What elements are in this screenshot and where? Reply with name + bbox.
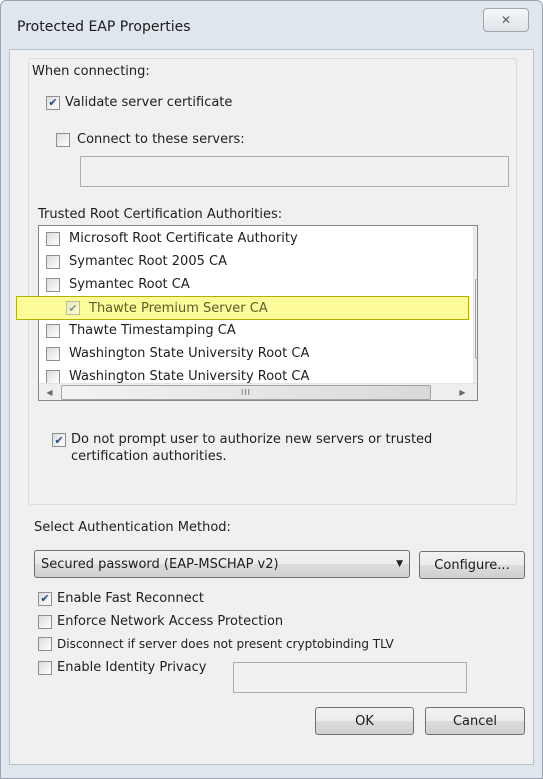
chevron-down-icon: ▼ (396, 559, 403, 569)
no-prompt-option[interactable]: Do not prompt user to authorize new serv… (52, 431, 432, 465)
horizontal-scroll-thumb[interactable]: III (61, 385, 431, 400)
ca-label: Thawte Timestamping CA (69, 323, 236, 338)
enforce-nap-checkbox[interactable] (38, 614, 52, 629)
list-item[interactable]: Washington State University Root CA (39, 342, 476, 365)
auth-method-heading: Select Authentication Method: (34, 520, 231, 535)
connect-servers-label: Connect to these servers: (77, 132, 245, 147)
scroll-up-icon[interactable]: ▲ (475, 227, 477, 244)
ca-list-horizontal-scrollbar[interactable]: ◀ III ▶ (39, 383, 477, 400)
no-prompt-label-line1: Do not prompt user to authorize new serv… (71, 432, 433, 447)
ca-label-selected: Thawte Premium Server CA (89, 300, 268, 316)
validate-cert-option[interactable]: Validate server certificate (46, 95, 232, 110)
ca-checkbox[interactable] (46, 369, 60, 384)
ca-checkbox[interactable] (46, 277, 60, 292)
scroll-down-icon[interactable]: ▼ (475, 364, 477, 381)
list-item[interactable]: Symantec Root 2005 CA (39, 250, 476, 273)
connect-servers-option[interactable]: Connect to these servers: (56, 132, 245, 147)
auth-method-select[interactable]: Secured password (EAP-MSCHAP v2) ▼ (34, 550, 410, 578)
cryptobinding-option[interactable]: Disconnect if server does not present cr… (38, 637, 394, 651)
identity-privacy-option[interactable]: Enable Identity Privacy (38, 660, 206, 675)
list-item[interactable]: Microsoft Root Certificate Authority (39, 227, 476, 250)
list-item[interactable]: Thawte Timestamping CA (39, 319, 476, 342)
no-prompt-checkbox[interactable] (52, 433, 66, 447)
configure-button[interactable]: Configure... (419, 551, 525, 579)
fast-reconnect-label: Enable Fast Reconnect (57, 591, 204, 606)
identity-privacy-label: Enable Identity Privacy (57, 660, 207, 675)
ca-list-vertical-scrollbar[interactable]: ▲ ≡ ▼ (473, 226, 477, 383)
scroll-left-icon[interactable]: ◀ (41, 384, 58, 400)
ca-checkbox[interactable] (46, 346, 60, 361)
identity-privacy-checkbox[interactable] (38, 660, 52, 675)
ca-checkbox[interactable] (46, 254, 60, 269)
cryptobinding-checkbox[interactable] (38, 637, 52, 651)
validate-cert-label: Validate server certificate (65, 95, 233, 110)
list-item-highlighted[interactable]: Thawte Premium Server CA (16, 296, 469, 320)
ca-label: Microsoft Root Certificate Authority (69, 231, 298, 246)
scroll-thumb[interactable]: ≡ (475, 279, 477, 359)
dialog-title: Protected EAP Properties (17, 19, 191, 35)
cryptobinding-label: Disconnect if server does not present cr… (57, 637, 394, 651)
connect-servers-checkbox[interactable] (56, 132, 70, 147)
cancel-button[interactable]: Cancel (425, 707, 525, 735)
ca-checkbox[interactable] (46, 323, 60, 338)
fast-reconnect-checkbox[interactable] (38, 591, 52, 606)
trusted-ca-heading: Trusted Root Certification Authorities: (38, 207, 283, 222)
ca-label: Symantec Root CA (69, 277, 190, 292)
ca-checkbox-selected[interactable] (66, 301, 80, 315)
validate-cert-checkbox[interactable] (46, 95, 60, 110)
identity-privacy-input[interactable] (233, 662, 467, 693)
enforce-nap-label: Enforce Network Access Protection (57, 614, 284, 629)
dialog-window: Protected EAP Properties ✕ When connecti… (0, 0, 543, 779)
servers-input[interactable] (80, 156, 509, 187)
ca-label: Symantec Root 2005 CA (69, 254, 227, 269)
scroll-right-icon[interactable]: ▶ (454, 384, 471, 400)
fast-reconnect-option[interactable]: Enable Fast Reconnect (38, 591, 204, 606)
ca-label: Washington State University Root CA (69, 346, 310, 361)
list-item[interactable]: Symantec Root CA (39, 273, 476, 296)
enforce-nap-option[interactable]: Enforce Network Access Protection (38, 614, 283, 629)
ok-button[interactable]: OK (315, 707, 414, 735)
close-button[interactable]: ✕ (483, 8, 529, 32)
ca-checkbox[interactable] (46, 231, 60, 246)
dialog-body: When connecting: Validate server certifi… (9, 49, 534, 765)
ca-label: Washington State University Root CA (69, 369, 310, 384)
auth-method-value: Secured password (EAP-MSCHAP v2) (41, 556, 279, 572)
close-icon: ✕ (500, 13, 512, 27)
when-connecting-heading: When connecting: (32, 64, 150, 79)
no-prompt-label-line2: certification authorities. (71, 449, 227, 464)
